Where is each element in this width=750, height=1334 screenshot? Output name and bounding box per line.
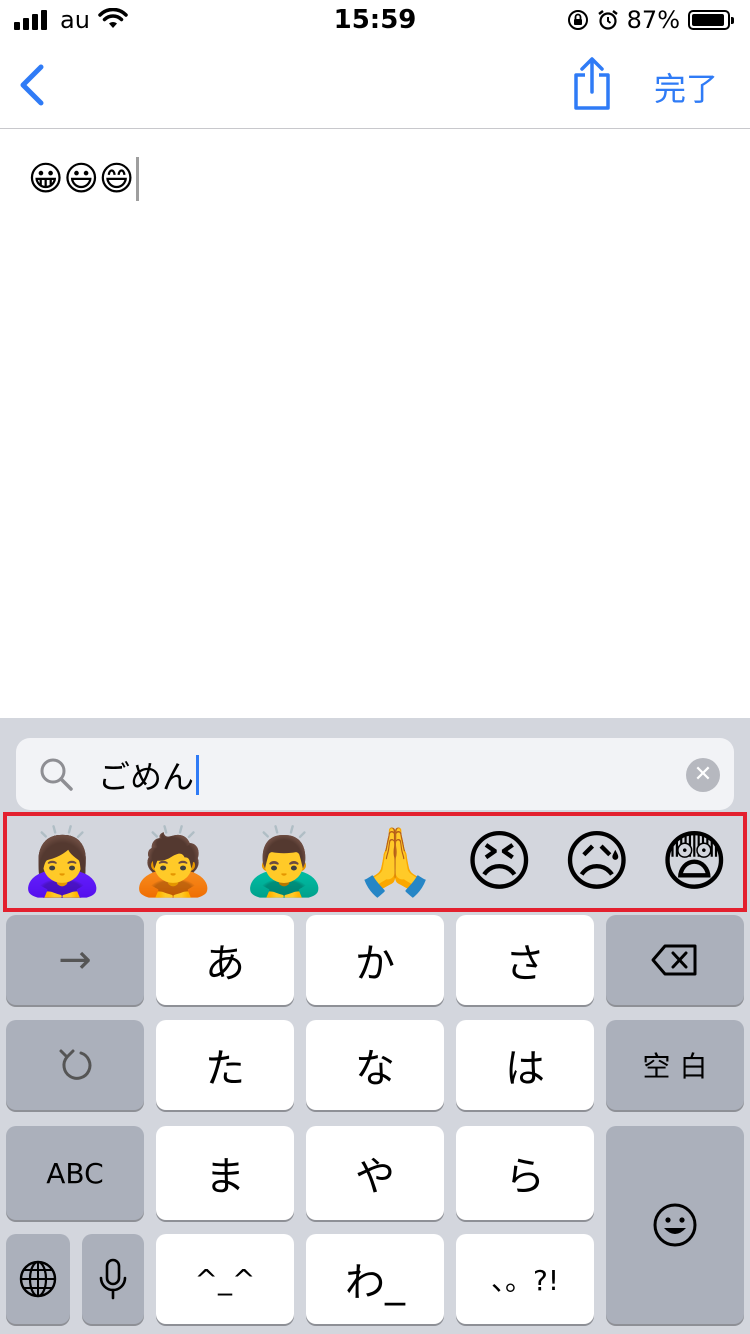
battery-icon xyxy=(688,10,734,30)
alarm-icon xyxy=(597,10,618,30)
emoji-icon xyxy=(653,1203,697,1247)
done-button[interactable]: 完了 xyxy=(654,64,718,110)
emoji-suggestion[interactable]: 🙇‍♂️ xyxy=(243,822,325,902)
note-content: 😀😃😄 xyxy=(28,159,135,199)
emoji-key[interactable] xyxy=(606,1126,744,1324)
emoji-search-field[interactable]: ごめん ✕ xyxy=(16,738,734,810)
delete-key[interactable] xyxy=(606,915,744,1005)
search-icon xyxy=(40,758,73,791)
key-na[interactable]: な xyxy=(306,1020,444,1110)
note-text-area[interactable]: 😀😃😄 xyxy=(28,156,140,202)
globe-key[interactable] xyxy=(6,1234,70,1324)
key-ra[interactable]: ら xyxy=(456,1126,594,1220)
punctuation-key[interactable]: 、。?! xyxy=(456,1234,594,1324)
dictation-key[interactable] xyxy=(82,1234,144,1324)
globe-icon xyxy=(19,1260,57,1298)
key-sa[interactable]: さ xyxy=(456,915,594,1005)
delete-icon xyxy=(651,944,697,976)
emoji-suggestion[interactable]: 😨 xyxy=(660,822,729,902)
emoji-suggestion[interactable]: 🙇‍♀️ xyxy=(21,822,103,902)
key-ma[interactable]: ま xyxy=(156,1126,294,1220)
key-wa[interactable]: わ_ xyxy=(306,1234,444,1324)
kaomoji-key[interactable]: ^_^ xyxy=(156,1234,294,1324)
emoji-search-value: ごめん xyxy=(98,758,195,796)
key-ha[interactable]: は xyxy=(456,1020,594,1110)
emoji-suggestion[interactable]: 😣 xyxy=(465,822,534,902)
abc-key[interactable]: ABC xyxy=(6,1126,144,1220)
key-ka[interactable]: か xyxy=(306,915,444,1005)
key-ya[interactable]: や xyxy=(306,1126,444,1220)
chevron-left-icon[interactable] xyxy=(14,62,54,108)
clear-icon[interactable]: ✕ xyxy=(686,758,720,792)
battery-percent: 87% xyxy=(626,6,680,34)
emoji-suggestion[interactable]: 🙇 xyxy=(132,822,214,902)
undo-key[interactable] xyxy=(6,1020,144,1110)
share-icon[interactable] xyxy=(568,56,616,112)
navigation-bar: 完了 xyxy=(0,40,750,129)
emoji-suggestion[interactable]: 🙏 xyxy=(354,822,436,902)
key-ta[interactable]: た xyxy=(156,1020,294,1110)
key-a[interactable]: あ xyxy=(156,915,294,1005)
text-cursor xyxy=(136,157,140,201)
emoji-suggestion-row: 🙇‍♀️ 🙇 🙇‍♂️ 🙏 😣 😥 😨 xyxy=(3,812,747,912)
space-key[interactable]: 空 白 xyxy=(606,1020,744,1110)
next-candidate-key[interactable]: → xyxy=(6,915,144,1005)
undo-icon xyxy=(59,1049,92,1080)
mic-icon xyxy=(99,1258,127,1300)
emoji-suggestion[interactable]: 😥 xyxy=(562,822,631,902)
keyboard: ごめん ✕ 🙇‍♀️ 🙇 🙇‍♂️ 🙏 😣 😥 😨 → あ か さ た な は … xyxy=(0,718,750,1334)
search-cursor xyxy=(196,755,200,795)
status-bar: au 15:59 87% xyxy=(0,0,750,40)
orientation-lock-icon xyxy=(567,10,588,30)
